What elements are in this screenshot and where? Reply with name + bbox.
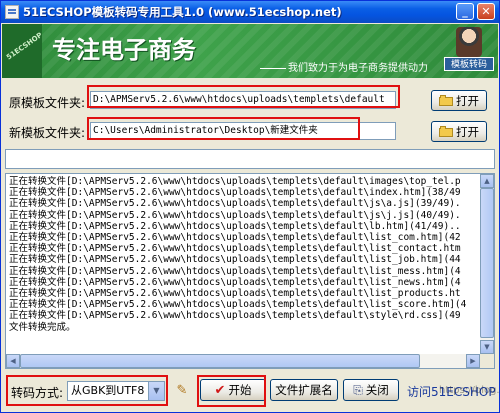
minimize-icon: _ <box>462 5 468 18</box>
scrollbar-corner <box>480 354 494 368</box>
watermark: https://blog.csdn.net <box>439 385 500 396</box>
scroll-left-icon[interactable]: ◀ <box>6 354 20 368</box>
banner-badge: 模板转码 <box>444 27 494 73</box>
exit-icon: ⎘ <box>353 382 363 397</box>
progress-bar <box>5 149 495 169</box>
folder-open-icon <box>439 95 453 106</box>
banner-logo-area: 51ECSHOP <box>2 24 44 78</box>
tool-icon: ✎ <box>176 382 188 398</box>
banner: 51ECSHOP 专注电子商务 我们致力于为电子商务提供动力 模板转码 <box>2 24 498 78</box>
log-line: 正在转换文件[D:\APMServ5.2.6\www\htdocs\upload… <box>9 288 461 300</box>
close-icon: ✕ <box>481 5 491 18</box>
app-window: 51ECSHOP模板转码专用工具1.0 (www.51ecshop.net) _… <box>0 0 500 413</box>
close-button[interactable]: ⎘ 关闭 <box>343 379 399 401</box>
window-title: 51ECSHOP模板转码专用工具1.0 (www.51ecshop.net) <box>23 5 342 19</box>
badge-label: 模板转码 <box>444 57 494 71</box>
log-line: 正在转换文件[D:\APMServ5.2.6\www\htdocs\upload… <box>9 187 461 199</box>
horizontal-scrollbar[interactable]: ◀ ▶ <box>6 354 480 368</box>
log-line: 正在转换文件[D:\APMServ5.2.6\www\htdocs\upload… <box>9 232 461 244</box>
target-open-label: 打开 <box>456 124 479 139</box>
close-window-button[interactable]: ✕ <box>477 3 495 20</box>
horizontal-scroll-thumb[interactable] <box>20 354 420 368</box>
conversion-log[interactable]: 正在转换文件[D:\APMServ5.2.6\www\htdocs\upload… <box>5 173 495 369</box>
vertical-scroll-thumb[interactable] <box>480 188 494 338</box>
scroll-right-icon[interactable]: ▶ <box>466 354 480 368</box>
log-line: 正在转换文件[D:\APMServ5.2.6\www\htdocs\upload… <box>9 220 461 232</box>
log-line: 正在转换文件[D:\APMServ5.2.6\www\htdocs\upload… <box>9 209 461 221</box>
log-line: 正在转换文件[D:\APMServ5.2.6\www\htdocs\upload… <box>9 265 461 277</box>
file-extension-button[interactable]: 文件扩展名 <box>270 379 338 401</box>
target-folder-highlight <box>87 117 360 140</box>
scroll-down-icon[interactable]: ▼ <box>480 340 494 354</box>
log-line: 正在转换文件[D:\APMServ5.2.6\www\htdocs\upload… <box>9 310 461 322</box>
log-line: 正在转换文件[D:\APMServ5.2.6\www\htdocs\upload… <box>9 243 461 255</box>
folder-open-icon <box>439 126 453 137</box>
minimize-button[interactable]: _ <box>456 3 474 20</box>
log-line: 文件转换完成。 <box>9 321 76 333</box>
file-extension-label: 文件扩展名 <box>275 383 333 397</box>
title-bar[interactable]: 51ECSHOP模板转码专用工具1.0 (www.51ecshop.net) _… <box>1 1 499 23</box>
log-line: 正在转换文件[D:\APMServ5.2.6\www\htdocs\upload… <box>9 276 461 288</box>
banner-slogan: 专注电子商务 <box>52 36 196 64</box>
scroll-up-icon[interactable]: ▲ <box>480 174 494 188</box>
vertical-scrollbar[interactable]: ▲ ▼ <box>480 174 494 354</box>
settings-tool-button[interactable]: ✎ <box>172 379 192 401</box>
source-open-button[interactable]: 打开 <box>431 90 487 111</box>
source-folder-label: 原模板文件夹: <box>9 96 86 110</box>
banner-logo: 51ECSHOP <box>5 31 44 62</box>
log-line: 正在转换文件[D:\APMServ5.2.6\www\htdocs\upload… <box>9 176 461 187</box>
target-open-button[interactable]: 打开 <box>431 121 487 142</box>
target-folder-label: 新模板文件夹: <box>9 126 86 140</box>
encoding-highlight <box>6 375 168 406</box>
close-button-label: 关闭 <box>365 383 389 397</box>
source-folder-highlight <box>87 85 400 108</box>
log-line: 正在转换文件[D:\APMServ5.2.6\www\htdocs\upload… <box>9 299 467 311</box>
avatar-icon <box>456 27 482 57</box>
source-open-label: 打开 <box>456 93 479 108</box>
log-line: 正在转换文件[D:\APMServ5.2.6\www\htdocs\upload… <box>9 198 461 210</box>
log-line: 正在转换文件[D:\APMServ5.2.6\www\htdocs\upload… <box>9 254 461 266</box>
banner-subtitle: 我们致力于为电子商务提供动力 <box>260 59 428 74</box>
log-lines: 正在转换文件[D:\APMServ5.2.6\www\htdocs\upload… <box>9 176 483 352</box>
start-highlight <box>197 375 266 407</box>
app-icon <box>5 5 19 19</box>
